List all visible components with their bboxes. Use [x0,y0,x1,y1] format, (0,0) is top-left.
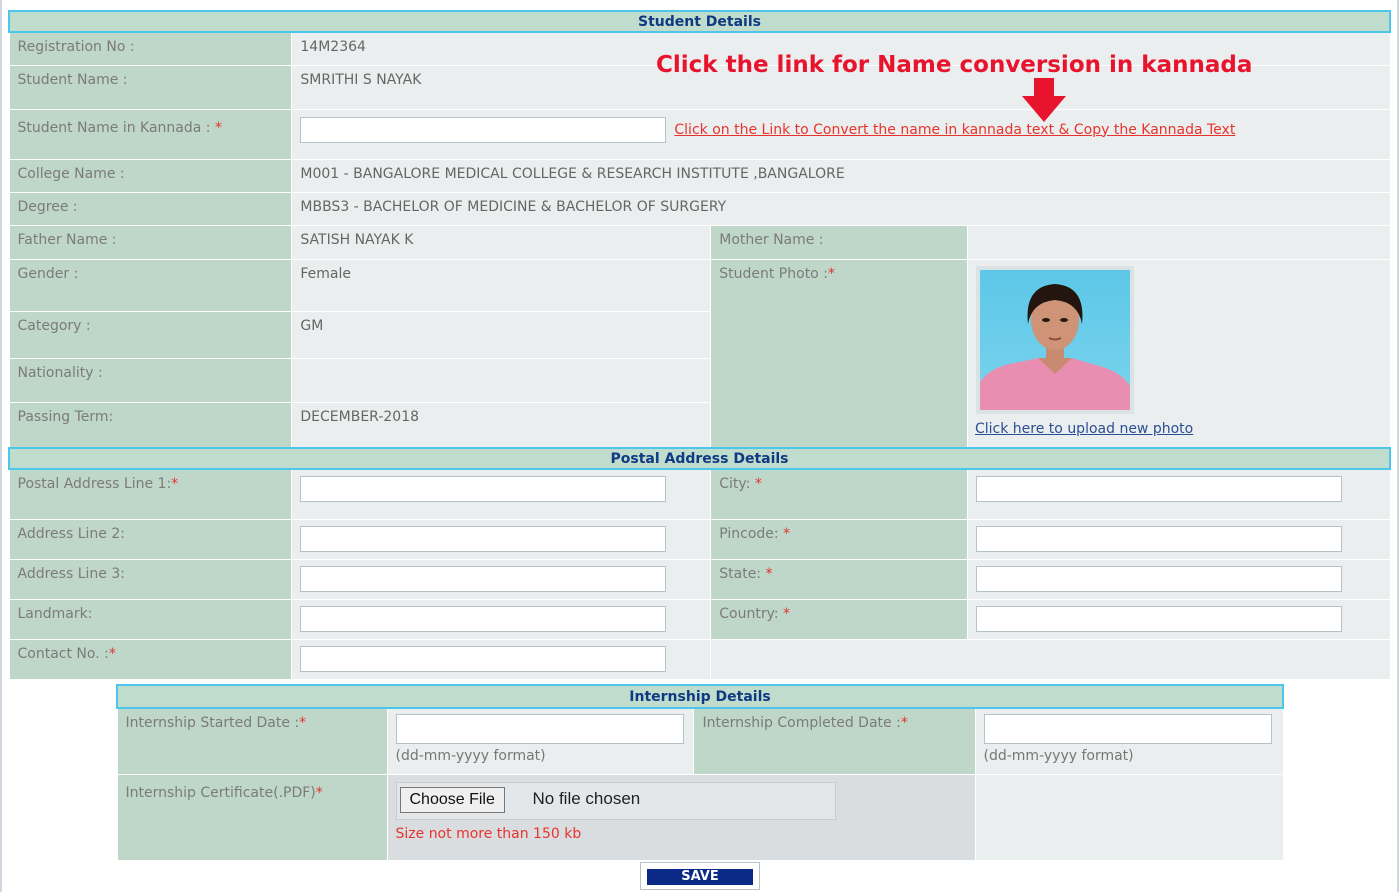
address-line2-input[interactable] [300,525,667,552]
country-input[interactable] [975,605,1342,632]
passing-term-label: Passing Term: [8,401,293,449]
size-note: Size not more than 150 kb [395,825,582,842]
city-input[interactable] [975,476,1342,502]
father-name-label: Father Name : [8,224,293,260]
category-label: Category : [8,310,293,359]
internship-completed-cell: (dd-mm-yyyy format) [974,707,1284,775]
contact-input[interactable] [300,645,667,672]
student-photo-label: Student Photo :* [710,258,968,449]
required-asterisk: * [315,784,323,801]
internship-started-label: Internship Started Date :* [116,707,388,775]
upload-photo-link[interactable]: Click here to upload new photo [975,421,1193,437]
address-line3-label: Address Line 3: [8,558,293,600]
address-line3-input[interactable] [300,565,667,592]
father-name-value: SATISH NAYAK K [291,224,712,260]
kannada-name-cell: Click on the Link to Convert the name in… [291,108,1391,160]
certificate-cell: Choose File No file chosen Size not more… [386,773,976,861]
gender-label: Gender : [8,258,293,312]
contact-cell [291,638,712,680]
no-file-text: No file chosen [532,788,641,808]
completed-date-format: (dd-mm-yyyy format) [983,748,1134,764]
internship-started-input[interactable] [395,714,684,744]
landmark-cell [291,598,712,640]
mother-name-label: Mother Name : [710,224,968,260]
pincode-label: Pincode: * [710,518,968,560]
student-name-label: Student Name : [8,64,293,110]
save-button-label: SAVE [647,869,753,885]
landmark-label: Landmark: [8,598,293,640]
required-asterisk: * [108,645,116,662]
internship-started-cell: (dd-mm-yyyy format) [386,707,695,775]
category-value: GM [291,310,712,359]
address-line2-label: Address Line 2: [8,518,293,560]
internship-table: Internship Details Internship Started Da… [116,684,1284,861]
landmark-input[interactable] [300,605,667,632]
pincode-cell [966,518,1391,560]
nationality-value [291,357,712,403]
student-photo-image [979,269,1130,410]
required-asterisk: * [299,715,307,731]
student-photo-cell [966,258,1391,449]
down-arrow-icon [1022,78,1066,122]
certificate-empty-cell [974,773,1284,861]
address-line1-input[interactable] [300,476,667,502]
state-cell [966,558,1391,600]
required-asterisk: * [765,565,773,582]
postal-details-header: Postal Address Details [8,447,1391,470]
choose-file-button[interactable]: Choose File [399,786,505,813]
started-date-format: (dd-mm-yyyy format) [395,748,546,764]
passing-term-value: DECEMBER-2018 [291,401,712,449]
required-asterisk: * [827,265,835,282]
upload-photo-link-wrap: Click here to upload new photo [975,421,1193,437]
college-label: College Name : [8,158,293,193]
mother-name-value [966,224,1391,260]
required-asterisk: * [214,119,222,136]
kannada-name-input[interactable] [300,116,667,143]
country-cell [966,598,1391,640]
internship-details-header: Internship Details [116,684,1284,709]
country-label: Country: * [710,598,968,640]
internship-completed-input[interactable] [983,714,1272,744]
student-details-header: Student Details [8,10,1391,33]
required-asterisk: * [754,476,762,492]
internship-completed-label: Internship Completed Date :* [693,707,976,775]
address-line1-cell [291,468,712,520]
student-photo [975,265,1134,414]
kannada-name-label: Student Name in Kannada : * [8,108,293,160]
address-line3-cell [291,558,712,600]
degree-label: Degree : [8,191,293,226]
state-label: State: * [710,558,968,600]
nationality-label: Nationality : [8,357,293,403]
required-asterisk: * [171,476,179,492]
pincode-input[interactable] [975,525,1342,552]
required-asterisk: * [783,525,791,542]
certificate-label: Internship Certificate(.PDF)* [116,773,388,861]
degree-value: MBBS3 - BACHELOR OF MEDICINE & BACHELOR … [291,191,1391,226]
annotation-text: Click the link for Name conversion in ka… [656,52,1253,78]
address-line1-label: Postal Address Line 1:* [8,468,293,520]
required-asterisk: * [900,715,908,731]
student-form-table: Student Details Registration No : 14M236… [8,10,1391,680]
city-cell [966,468,1391,520]
college-value: M001 - BANGALORE MEDICAL COLLEGE & RESEA… [291,158,1391,193]
kannada-convert-link[interactable]: Click on the Link to Convert the name in… [674,122,1235,138]
required-asterisk: * [783,605,791,622]
registration-label: Registration No : [8,31,293,66]
empty-cell [710,638,1391,680]
address-line2-cell [291,518,712,560]
state-input[interactable] [975,565,1342,592]
city-label: City: * [710,468,968,520]
gender-value: Female [291,258,712,312]
file-input[interactable]: Choose File No file chosen [395,781,836,820]
contact-label: Contact No. :* [8,638,293,680]
save-button[interactable]: SAVE [640,862,760,890]
